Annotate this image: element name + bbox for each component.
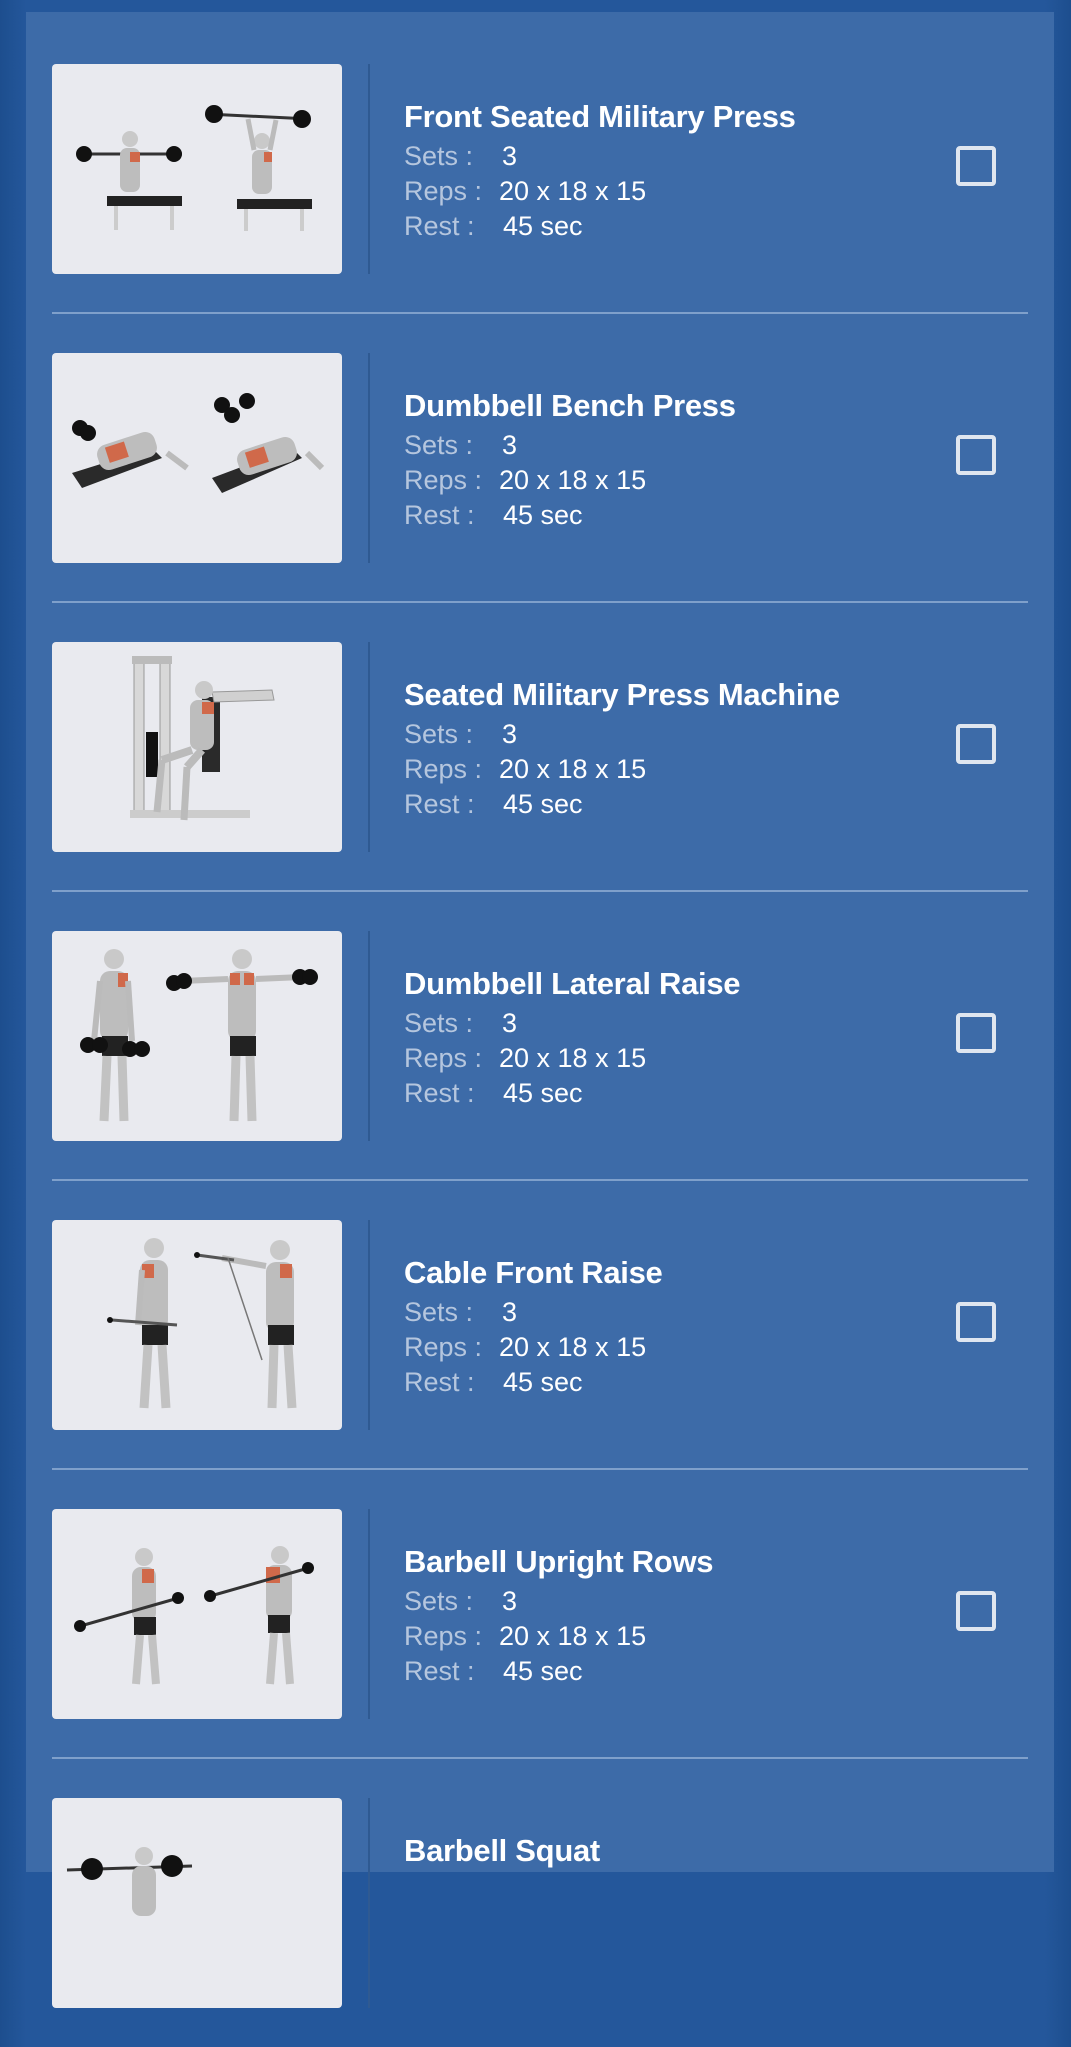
sets-value: 3 bbox=[502, 1008, 518, 1038]
reps-value: 20 x 18 x 15 bbox=[499, 1043, 647, 1073]
rest-line: Rest : 45 sec bbox=[404, 789, 583, 820]
reps-label: Reps : bbox=[404, 465, 483, 495]
exercise-row[interactable]: Barbell Squat bbox=[52, 1758, 1028, 2047]
exercise-title: Seated Military Press Machine bbox=[404, 677, 840, 712]
rest-value: 45 sec bbox=[503, 1367, 583, 1397]
exercise-image bbox=[52, 64, 342, 274]
rest-label: Rest : bbox=[404, 211, 475, 241]
sets-line: Sets : 3 bbox=[404, 1586, 517, 1617]
rest-label: Rest : bbox=[404, 789, 475, 819]
sets-label: Sets : bbox=[404, 430, 474, 460]
reps-value: 20 x 18 x 15 bbox=[499, 1621, 647, 1651]
rest-line: Rest : 45 sec bbox=[404, 1656, 583, 1687]
sets-label: Sets : bbox=[404, 719, 474, 749]
sets-label: Sets : bbox=[404, 1586, 474, 1616]
reps-label: Reps : bbox=[404, 176, 483, 206]
reps-label: Reps : bbox=[404, 1332, 483, 1362]
exercise-title: Cable Front Raise bbox=[404, 1255, 663, 1290]
reps-value: 20 x 18 x 15 bbox=[499, 176, 647, 206]
sets-value: 3 bbox=[502, 1297, 518, 1327]
seated-barbell-press-illustration bbox=[76, 105, 312, 231]
exercise-row[interactable]: Barbell Upright Rows Sets : 3 Reps : 20 … bbox=[52, 1469, 1028, 1759]
exercise-row[interactable]: Seated Military Press Machine Sets : 3 R… bbox=[52, 602, 1028, 892]
reps-line: Reps : 20 x 18 x 15 bbox=[404, 1043, 646, 1074]
rest-value: 45 sec bbox=[503, 1656, 583, 1686]
rest-label: Rest : bbox=[404, 500, 475, 530]
reps-line: Reps : 20 x 18 x 15 bbox=[404, 465, 646, 496]
row-separator bbox=[368, 1220, 370, 1430]
complete-checkbox[interactable] bbox=[956, 1591, 996, 1631]
workout-panel: Front Seated Military Press Sets : 3 Rep… bbox=[26, 12, 1054, 2008]
sets-label: Sets : bbox=[404, 1297, 474, 1327]
exercise-image bbox=[52, 1798, 342, 2008]
row-separator bbox=[368, 64, 370, 274]
sets-line: Sets : 3 bbox=[404, 719, 517, 750]
rest-line: Rest : 45 sec bbox=[404, 500, 583, 531]
sets-value: 3 bbox=[502, 1586, 518, 1616]
reps-line: Reps : 20 x 18 x 15 bbox=[404, 176, 646, 207]
sets-label: Sets : bbox=[404, 141, 474, 171]
rest-line: Rest : 45 sec bbox=[404, 1367, 583, 1398]
rest-value: 45 sec bbox=[503, 789, 583, 819]
sets-line: Sets : 3 bbox=[404, 430, 517, 461]
dumbbell-bench-press-illustration bbox=[72, 393, 325, 493]
exercise-image bbox=[52, 353, 342, 563]
sets-label: Sets : bbox=[404, 1008, 474, 1038]
press-machine-illustration bbox=[130, 656, 275, 821]
reps-label: Reps : bbox=[404, 1043, 483, 1073]
complete-checkbox[interactable] bbox=[956, 1013, 996, 1053]
barbell-squat-illustration bbox=[66, 1847, 193, 1916]
rest-value: 45 sec bbox=[503, 500, 583, 530]
rest-label: Rest : bbox=[404, 1367, 475, 1397]
reps-line: Reps : 20 x 18 x 15 bbox=[404, 1621, 646, 1652]
exercise-title: Barbell Upright Rows bbox=[404, 1544, 714, 1579]
row-separator bbox=[368, 353, 370, 563]
sets-line: Sets : 3 bbox=[404, 141, 517, 172]
complete-checkbox[interactable] bbox=[956, 146, 996, 186]
sets-line: Sets : 3 bbox=[404, 1008, 517, 1039]
sets-line: Sets : 3 bbox=[404, 1297, 517, 1328]
reps-value: 20 x 18 x 15 bbox=[499, 465, 647, 495]
reps-label: Reps : bbox=[404, 1621, 483, 1651]
exercise-row[interactable]: Cable Front Raise Sets : 3 Reps : 20 x 1… bbox=[52, 1180, 1028, 1470]
row-separator bbox=[368, 1509, 370, 1719]
exercise-row[interactable]: Front Seated Military Press Sets : 3 Rep… bbox=[52, 24, 1028, 314]
reps-line: Reps : 20 x 18 x 15 bbox=[404, 754, 646, 785]
complete-checkbox[interactable] bbox=[956, 724, 996, 764]
sets-value: 3 bbox=[502, 141, 518, 171]
cable-front-raise-illustration bbox=[107, 1238, 297, 1409]
exercise-image bbox=[52, 642, 342, 852]
exercise-row[interactable]: Dumbbell Bench Press Sets : 3 Reps : 20 … bbox=[52, 313, 1028, 603]
sets-value: 3 bbox=[502, 430, 518, 460]
sets-value: 3 bbox=[502, 719, 518, 749]
exercise-title: Barbell Squat bbox=[404, 1833, 600, 1868]
exercise-title: Dumbbell Bench Press bbox=[404, 388, 736, 423]
row-separator bbox=[368, 931, 370, 1141]
exercise-title: Front Seated Military Press bbox=[404, 99, 796, 134]
complete-checkbox[interactable] bbox=[956, 435, 996, 475]
exercise-image bbox=[52, 1509, 342, 1719]
complete-checkbox[interactable] bbox=[956, 1302, 996, 1342]
rest-line: Rest : 45 sec bbox=[404, 211, 583, 242]
rest-value: 45 sec bbox=[503, 211, 583, 241]
reps-value: 20 x 18 x 15 bbox=[499, 1332, 647, 1362]
exercise-title: Dumbbell Lateral Raise bbox=[404, 966, 741, 1001]
reps-line: Reps : 20 x 18 x 15 bbox=[404, 1332, 646, 1363]
row-separator bbox=[368, 1798, 370, 2008]
rest-value: 45 sec bbox=[503, 1078, 583, 1108]
rest-label: Rest : bbox=[404, 1078, 475, 1108]
reps-value: 20 x 18 x 15 bbox=[499, 754, 647, 784]
exercise-image bbox=[52, 931, 342, 1141]
rest-label: Rest : bbox=[404, 1656, 475, 1686]
reps-label: Reps : bbox=[404, 754, 483, 784]
exercise-image bbox=[52, 1220, 342, 1430]
rest-line: Rest : 45 sec bbox=[404, 1078, 583, 1109]
exercise-row[interactable]: Dumbbell Lateral Raise Sets : 3 Reps : 2… bbox=[52, 891, 1028, 1181]
lateral-raise-illustration bbox=[80, 949, 318, 1122]
row-separator bbox=[368, 642, 370, 852]
upright-row-illustration bbox=[74, 1546, 314, 1685]
